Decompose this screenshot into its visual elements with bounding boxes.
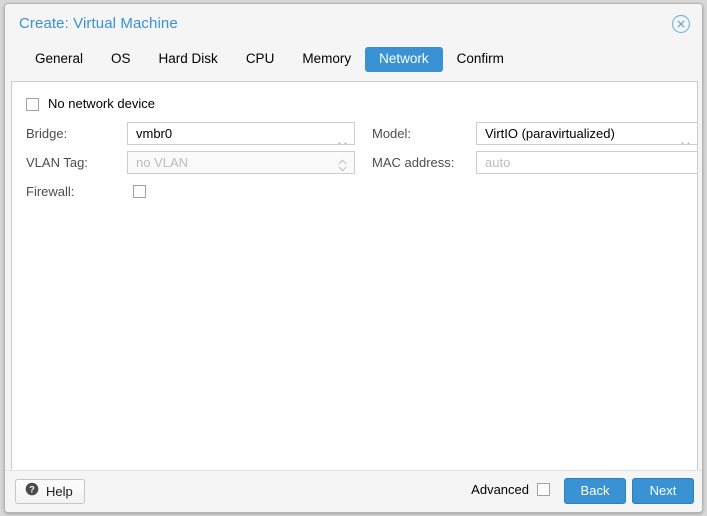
no-network-device-row: No network device [26, 96, 155, 112]
help-button[interactable]: ? Help [15, 479, 85, 504]
back-button[interactable]: Back [564, 478, 626, 504]
tab-memory[interactable]: Memory [288, 47, 365, 72]
no-network-device-label: No network device [48, 96, 155, 111]
dialog-footer: ? Help Advanced Back Next [5, 470, 702, 512]
dialog-title: Create: Virtual Machine [19, 15, 178, 32]
network-settings-panel: No network device Bridge: VLAN Tag: Fire… [11, 81, 698, 477]
chevron-down-icon [338, 132, 347, 144]
dialog-titlebar: Create: Virtual Machine [5, 4, 702, 44]
no-network-device-checkbox[interactable] [26, 97, 39, 111]
mac-address-placeholder: auto [485, 155, 511, 170]
vlan-tag-placeholder: no VLAN [136, 155, 189, 170]
spinner-updown-icon [338, 157, 347, 172]
tab-cpu[interactable]: CPU [232, 47, 289, 72]
advanced-checkbox[interactable] [537, 483, 550, 496]
question-circle-icon: ? [25, 482, 39, 501]
mac-address-input[interactable]: auto [476, 151, 698, 174]
chevron-down-icon [681, 132, 690, 144]
svg-text:?: ? [29, 484, 35, 494]
tab-hard-disk[interactable]: Hard Disk [145, 47, 232, 72]
next-button[interactable]: Next [632, 478, 694, 504]
model-value: VirtIO (paravirtualized) [485, 126, 615, 141]
tab-general[interactable]: General [21, 47, 97, 72]
help-label: Help [46, 483, 73, 499]
bridge-value: vmbr0 [136, 126, 173, 141]
wizard-tabs: General OS Hard Disk CPU Memory Network … [5, 44, 702, 77]
advanced-label: Advanced [471, 482, 529, 497]
model-label: Model: [372, 126, 412, 141]
bridge-select[interactable]: vmbr0 [127, 122, 355, 145]
tab-confirm[interactable]: Confirm [443, 47, 518, 72]
bridge-label: Bridge: [26, 126, 68, 141]
tab-os[interactable]: OS [97, 47, 145, 72]
vlan-tag-label: VLAN Tag: [26, 155, 88, 170]
vlan-tag-input[interactable]: no VLAN [127, 151, 355, 174]
advanced-toggle: Advanced [471, 482, 550, 497]
firewall-label: Firewall: [26, 184, 75, 199]
model-select[interactable]: VirtIO (paravirtualized) [476, 122, 698, 145]
mac-address-label: MAC address: [372, 155, 455, 170]
tab-network[interactable]: Network [365, 47, 443, 72]
firewall-checkbox[interactable] [133, 185, 146, 198]
create-vm-dialog: Create: Virtual Machine General OS Hard … [4, 3, 703, 513]
close-icon[interactable] [670, 13, 692, 35]
